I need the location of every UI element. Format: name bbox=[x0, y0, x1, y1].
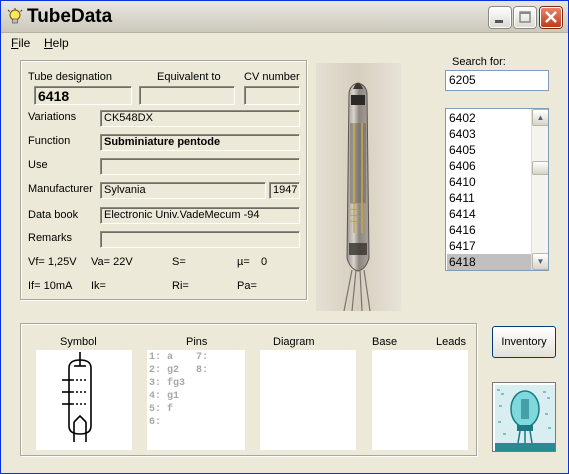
base-label: Base bbox=[372, 336, 398, 348]
equivalent-label: Equivalent to bbox=[157, 71, 221, 83]
leads-label: Leads bbox=[436, 336, 466, 348]
vf-value: Vf= 1,25V bbox=[28, 256, 77, 268]
pins-label: Pins bbox=[186, 336, 208, 348]
list-scrollbar[interactable]: ▲ ▼ bbox=[531, 109, 548, 270]
ri-value: Ri= bbox=[172, 280, 189, 292]
manufacturer-field[interactable]: Sylvania bbox=[100, 182, 266, 199]
symbol-panel bbox=[36, 350, 132, 450]
pin-5: 5: f bbox=[149, 404, 174, 415]
lightbulb-icon bbox=[7, 8, 23, 24]
mu-label: µ= bbox=[237, 256, 250, 268]
list-item[interactable]: 6414 bbox=[447, 206, 531, 222]
variations-field[interactable]: CK548DX bbox=[100, 110, 300, 127]
equivalent-field[interactable] bbox=[139, 86, 235, 105]
menu-file[interactable]: File bbox=[11, 36, 30, 50]
tube-photo bbox=[316, 63, 401, 311]
title-bar[interactable]: TubeData bbox=[1, 1, 568, 33]
va-value: Va= 22V bbox=[91, 256, 133, 268]
close-button[interactable] bbox=[540, 7, 562, 28]
menu-bar: File Help bbox=[1, 34, 568, 53]
pins-panel: 1: a 2: g2 3: fg3 4: g1 5: f 6: 7: 8: bbox=[147, 350, 245, 450]
cv-number-field[interactable] bbox=[244, 86, 300, 105]
list-item[interactable]: 6416 bbox=[447, 222, 531, 238]
databook-field[interactable]: Electronic Univ.VadeMecum -94 bbox=[100, 207, 300, 224]
minimize-button[interactable] bbox=[489, 7, 511, 28]
s-value: S= bbox=[172, 256, 186, 268]
tube-designation-label: Tube designation bbox=[28, 71, 112, 83]
list-item[interactable]: 6417 bbox=[447, 238, 531, 254]
pins-list-left: 1: a 2: g2 3: fg3 4: g1 5: f 6: bbox=[149, 351, 185, 429]
pin-6: 6: bbox=[149, 417, 162, 428]
search-label: Search for: bbox=[452, 56, 506, 68]
tube-designation-field[interactable]: 6418 bbox=[34, 86, 132, 105]
pin-4: 4: g1 bbox=[149, 391, 180, 402]
maximize-button[interactable] bbox=[514, 7, 536, 28]
window-title: TubeData bbox=[27, 6, 113, 27]
maximize-icon bbox=[519, 11, 531, 23]
remarks-field[interactable] bbox=[100, 231, 300, 248]
close-icon bbox=[545, 11, 557, 23]
variations-label: Variations bbox=[28, 111, 77, 123]
pin-3: 3: fg3 bbox=[149, 378, 186, 389]
ik-value: Ik= bbox=[91, 280, 106, 292]
cv-number-label: CV number bbox=[244, 71, 300, 83]
base-leads-panel bbox=[372, 350, 468, 450]
list-item[interactable]: 6405 bbox=[447, 142, 531, 158]
function-label: Function bbox=[28, 135, 71, 147]
chevron-up-icon: ▲ bbox=[536, 113, 545, 122]
pin-2: 2: g2 bbox=[149, 365, 180, 376]
minimize-icon bbox=[495, 20, 503, 23]
menu-help[interactable]: Help bbox=[44, 36, 69, 50]
if-value: If= 10mA bbox=[28, 280, 73, 292]
symbol-label: Symbol bbox=[60, 336, 97, 348]
list-item[interactable]: 6411 bbox=[447, 190, 531, 206]
function-field[interactable]: Subminiature pentode bbox=[100, 134, 300, 151]
pin-1: 1: a bbox=[149, 352, 174, 363]
list-item[interactable]: 6406 bbox=[447, 158, 531, 174]
year-field[interactable]: 1947 bbox=[269, 182, 300, 199]
tubedata-window: TubeData File Help Tube designation Equi… bbox=[0, 0, 569, 474]
databook-label: Data book bbox=[28, 209, 79, 221]
mu-value: 0 bbox=[261, 256, 268, 268]
list-item[interactable]: 6410 bbox=[447, 174, 531, 190]
pin-8: 8: bbox=[196, 365, 209, 376]
manufacturer-label: Manufacturer bbox=[28, 183, 93, 195]
pins-list-right: 7: 8: bbox=[196, 351, 208, 377]
menu-help-label: Help bbox=[44, 36, 69, 50]
pentode-symbol-icon bbox=[62, 352, 92, 442]
tube-listbox[interactable]: 6402 6403 6405 6406 6410 6411 6414 6416 … bbox=[445, 108, 549, 271]
list-item[interactable]: 6403 bbox=[447, 126, 531, 142]
search-input[interactable]: 6205 bbox=[445, 70, 549, 91]
diagram-label: Diagram bbox=[273, 336, 315, 348]
scroll-down-button[interactable]: ▼ bbox=[532, 253, 548, 270]
remarks-label: Remarks bbox=[28, 232, 73, 244]
inventory-button[interactable]: Inventory bbox=[492, 326, 556, 358]
use-field[interactable] bbox=[100, 158, 300, 175]
diagram-panel bbox=[260, 350, 356, 450]
chevron-down-icon: ▼ bbox=[536, 257, 545, 266]
pin-7: 7: bbox=[196, 352, 209, 363]
list-item[interactable]: 6402 bbox=[447, 110, 531, 126]
pa-value: Pa= bbox=[237, 280, 257, 292]
use-label: Use bbox=[28, 159, 48, 171]
tubedata-logo bbox=[492, 382, 556, 452]
scroll-up-button[interactable]: ▲ bbox=[532, 109, 548, 126]
tube-logo-icon bbox=[493, 383, 555, 451]
menu-file-label: File bbox=[11, 36, 31, 50]
list-item-selected[interactable]: 6418 bbox=[447, 254, 531, 270]
tube-photo-image bbox=[316, 63, 401, 311]
scroll-thumb[interactable] bbox=[532, 161, 548, 175]
